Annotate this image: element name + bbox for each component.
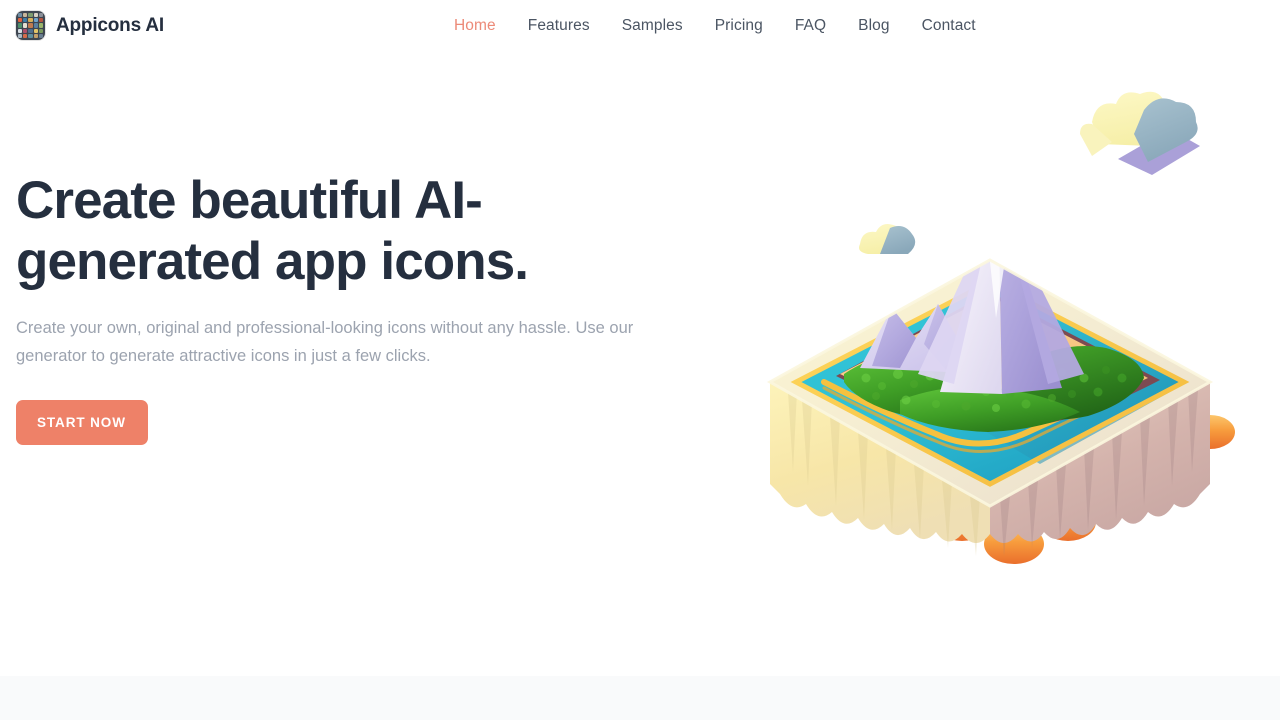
logo-tile-17 xyxy=(28,28,33,33)
site-header: Appicons AI Home Features Samples Pricing FA… xyxy=(0,0,1280,52)
logo-tile-12 xyxy=(28,23,33,28)
logo-tile-16 xyxy=(23,28,28,33)
hero-section: Create beautiful AI-generated app icons.… xyxy=(0,52,1280,676)
logo-tile-2 xyxy=(28,13,33,18)
nav-item-pricing[interactable]: Pricing xyxy=(699,0,779,52)
logo-tile-5 xyxy=(18,18,23,23)
brand-logo-link[interactable]: Appicons AI xyxy=(16,11,164,40)
cloud-small-icon xyxy=(859,224,916,254)
logo-tile-0 xyxy=(18,13,23,18)
landing-page: Appicons AI Home Features Samples Pricing FA… xyxy=(0,0,1280,720)
nav-item-features[interactable]: Features xyxy=(512,0,606,52)
logo-tile-13 xyxy=(33,23,38,28)
nav-item-faq[interactable]: FAQ xyxy=(779,0,842,52)
logo-tile-7 xyxy=(28,18,33,23)
main-navigation: Home Features Samples Pricing FAQ Blog Contact xyxy=(438,0,992,52)
nav-item-home[interactable]: Home xyxy=(438,0,512,52)
brand-name: Appicons AI xyxy=(56,14,164,36)
logo-tile-11 xyxy=(23,23,28,28)
app-grid-icon xyxy=(16,11,45,40)
logo-tile-23 xyxy=(33,33,38,38)
hero-subtitle: Create your own, original and profession… xyxy=(16,319,634,365)
logo-tile-14 xyxy=(38,23,43,28)
logo-tile-6 xyxy=(23,18,28,23)
logo-tile-21 xyxy=(23,33,28,38)
hero-copy: Create beautiful AI-generated app icons.… xyxy=(16,170,686,445)
volcano-mountain xyxy=(860,260,1084,394)
summit-clouds xyxy=(945,125,1090,204)
nav-item-contact[interactable]: Contact xyxy=(906,0,992,52)
logo-tile-20 xyxy=(18,33,23,38)
logo-tile-4 xyxy=(38,13,43,18)
page-title: Create beautiful AI-generated app icons. xyxy=(16,171,529,291)
logo-tile-19 xyxy=(38,28,43,33)
logo-tile-1 xyxy=(23,13,28,18)
logo-tile-22 xyxy=(28,33,33,38)
isometric-volcano-island-illustration xyxy=(740,82,1260,642)
logo-tile-15 xyxy=(18,28,23,33)
logo-tile-8 xyxy=(33,18,38,23)
logo-tile-3 xyxy=(33,13,38,18)
logo-tile-10 xyxy=(18,23,23,28)
logo-tile-9 xyxy=(38,18,43,23)
logo-tile-18 xyxy=(33,28,38,33)
start-now-button[interactable]: START NOW xyxy=(16,400,148,445)
logo-tile-24 xyxy=(38,33,43,38)
nav-item-blog[interactable]: Blog xyxy=(842,0,905,52)
cloud-icon xyxy=(1080,91,1200,175)
next-section-band xyxy=(0,676,1280,720)
nav-item-samples[interactable]: Samples xyxy=(606,0,699,52)
